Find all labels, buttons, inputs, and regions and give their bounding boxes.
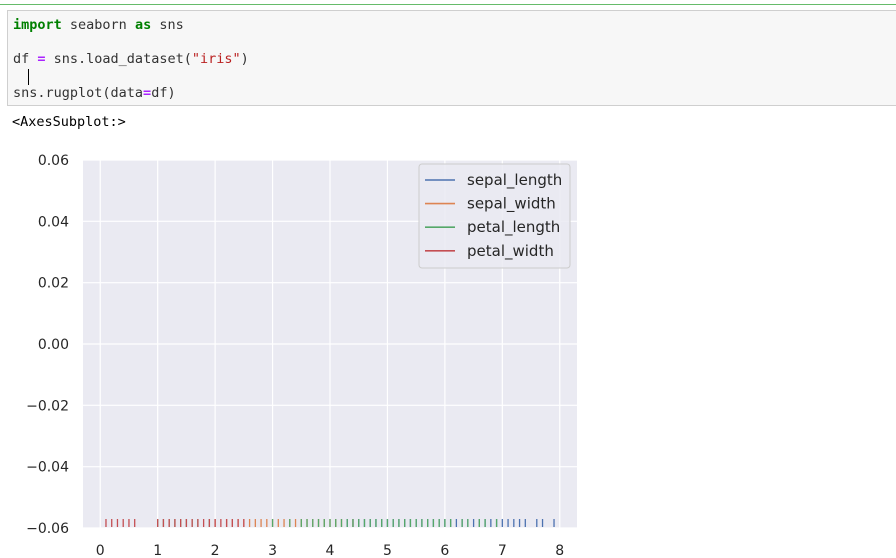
x-tick-label: 5 [383,543,392,558]
legend-label-sepal_width: sepal_width [467,195,556,214]
operator-equals: = [143,85,152,101]
code-text: sns.rugplot(data [13,85,144,101]
code-text: sns [151,17,184,33]
code-text: df [13,51,38,67]
string-literal: "iris" [191,51,241,67]
code-cell-input[interactable]: import seaborn as sns df = sns.load_data… [7,10,896,106]
code-line-2: df = sns.load_dataset("iris") [13,51,249,67]
x-tick-label: 0 [96,543,105,558]
x-axis-ticks: 0 1 2 3 4 5 6 7 8 [96,543,564,558]
code-text: sns.load_dataset( [45,51,192,67]
operator-equals: = [37,51,46,67]
code-line-3: sns.rugplot(data=df) [13,85,176,101]
x-tick-label: 4 [326,543,335,558]
code-text: ) [240,51,249,67]
y-tick-label: −0.06 [26,521,69,537]
code-text: df) [151,85,176,101]
legend-label-sepal_length: sepal_length [467,171,562,190]
y-tick-label: 0.00 [38,337,69,353]
x-tick-label: 6 [440,543,449,558]
x-tick-label: 1 [153,543,162,558]
x-tick-label: 2 [211,543,220,558]
cell-selection-rule [0,4,896,5]
legend-label-petal_width: petal_width [467,242,554,261]
x-tick-label: 8 [555,543,564,558]
keyword-import: import [13,17,62,33]
keyword-as: as [134,17,152,33]
x-tick-label: 7 [498,543,507,558]
y-axis-ticks: 0.06 0.04 0.02 0.00 −0.02 −0.04 −0.06 [26,153,69,537]
legend: sepal_length sepal_width petal_lengthpetal… [418,163,571,269]
legend-label-petal_length: petal_length [467,218,560,237]
code-line-1: import seaborn as sns [13,17,184,33]
y-tick-label: 0.04 [38,214,69,230]
x-tick-label: 3 [268,543,277,558]
y-tick-label: −0.04 [26,460,69,476]
output-repr: <AxesSubplot:> [12,114,126,130]
rugplot-chart: 0.06 0.04 0.02 0.00 −0.02 −0.04 −0.06 0 1 2 3 4 5 6 7… [26,153,577,558]
y-tick-label: 0.06 [38,153,69,169]
y-tick-label: −0.02 [26,398,69,414]
code-text: seaborn [61,17,135,33]
y-tick-label: 0.02 [38,276,69,292]
text-cursor [28,69,29,85]
